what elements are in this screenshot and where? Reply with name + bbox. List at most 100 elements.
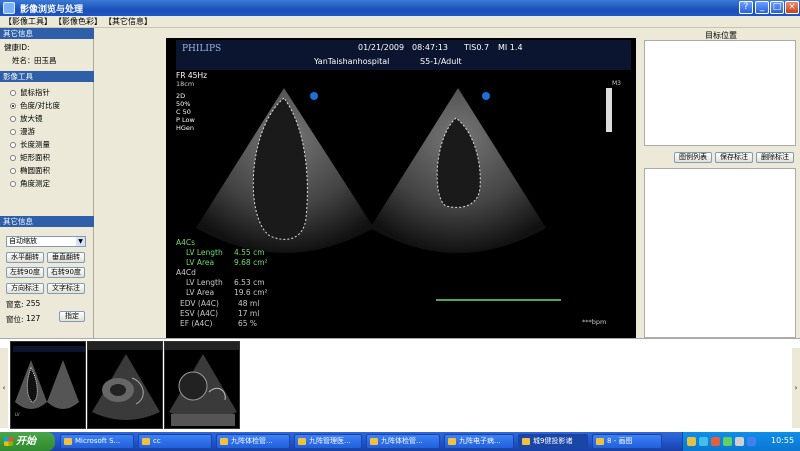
thumbnail-strip: LV bbox=[0, 338, 800, 434]
flip-horizontal-button[interactable]: 水平翻转 bbox=[6, 252, 44, 263]
lv-area-s-value: 9.68 cm² bbox=[234, 258, 268, 267]
taskbar-task-7[interactable]: 城9健投影诸 bbox=[518, 434, 588, 449]
assign-button[interactable]: 指定 bbox=[59, 311, 85, 322]
image-viewer[interactable]: PHILIPS 01/21/2009 08:47:13 TIS0.7 MI 1.… bbox=[94, 28, 642, 338]
maximize-button[interactable]: □ bbox=[770, 1, 784, 14]
tray-icon[interactable] bbox=[723, 437, 732, 446]
thumbnail-1-image: LV bbox=[11, 342, 85, 428]
delete-annotation-button[interactable]: 删除标注 bbox=[756, 152, 794, 163]
help-button[interactable]: ? bbox=[739, 1, 753, 14]
tool-radio-4[interactable]: 漫游 bbox=[10, 127, 90, 137]
task-label: 九阵体检管... bbox=[381, 437, 423, 445]
task-label: 九阵体检管... bbox=[231, 437, 273, 445]
task-label: Microsoft S... bbox=[75, 437, 121, 445]
tool-radio-1[interactable]: 鼠标指针 bbox=[10, 88, 90, 98]
task-label: 九阵电子病... bbox=[459, 437, 501, 445]
esv-value: 17 ml bbox=[238, 309, 260, 318]
tool-radio-5[interactable]: 长度测量 bbox=[10, 140, 90, 150]
tool-label: 椭圆面积 bbox=[20, 166, 50, 175]
lv-length-d-label: LV Length bbox=[186, 278, 223, 287]
close-button[interactable]: × bbox=[785, 1, 799, 14]
menu-image-tools[interactable]: 【影像工具】 bbox=[4, 16, 52, 28]
taskbar-task-1[interactable]: Microsoft S... bbox=[60, 434, 134, 449]
minimize-button[interactable]: _ bbox=[755, 1, 769, 14]
window-icon bbox=[448, 438, 456, 445]
section-header-other-info-2: 其它信息 bbox=[0, 216, 94, 227]
taskbar-task-3[interactable]: 九阵体检管... bbox=[216, 434, 290, 449]
window-width-label: 窗宽: bbox=[6, 300, 24, 309]
taskbar: 开始 10:55 Microsoft S... cc 九阵体检管... 九阵管理医..… bbox=[0, 432, 800, 451]
taskbar-task-6[interactable]: 九阵电子病... bbox=[444, 434, 514, 449]
thumbnail-scroll-right-button[interactable]: › bbox=[792, 348, 800, 428]
rotate-right-button[interactable]: 右转90度 bbox=[47, 267, 85, 278]
rotate-left-button[interactable]: 左转90度 bbox=[6, 267, 44, 278]
task-label: 8 - 画图 bbox=[607, 437, 633, 445]
tool-radio-3[interactable]: 放大镜 bbox=[10, 114, 90, 124]
tool-radio-6[interactable]: 矩形面积 bbox=[10, 153, 90, 163]
thumbnail-2-image bbox=[88, 342, 162, 428]
annotation-list-box[interactable] bbox=[644, 168, 796, 338]
mode-params: 2D 50% C 50 P Low HGen bbox=[176, 92, 195, 132]
grayscale-bar bbox=[606, 88, 612, 132]
section-header-other-info: 其它信息 bbox=[0, 28, 94, 39]
window-icon bbox=[142, 438, 150, 445]
thumbnail-scroll-left-button[interactable]: ‹ bbox=[0, 348, 8, 428]
ef-value: 65 % bbox=[238, 319, 258, 328]
tool-radio-7[interactable]: 椭圆面积 bbox=[10, 166, 90, 176]
tray-icon[interactable] bbox=[687, 437, 696, 446]
taskbar-task-5[interactable]: 九阵体检管... bbox=[366, 434, 440, 449]
orientation-marker-icon bbox=[310, 92, 318, 100]
ultrasound-image[interactable]: PHILIPS 01/21/2009 08:47:13 TIS0.7 MI 1.… bbox=[166, 38, 636, 338]
esv-label: ESV (A4C) bbox=[180, 309, 219, 318]
menu-other-info[interactable]: 【其它信息】 bbox=[104, 16, 152, 28]
tray-icon[interactable] bbox=[711, 437, 720, 446]
menu-image-color[interactable]: 【影像色彩】 bbox=[54, 16, 102, 28]
taskbar-task-4[interactable]: 九阵管理医... bbox=[294, 434, 362, 449]
taskbar-task-2[interactable]: cc bbox=[138, 434, 212, 449]
lv-area-d-value: 19.6 cm² bbox=[234, 288, 268, 297]
window-icon bbox=[522, 438, 530, 445]
chevron-down-icon[interactable]: ▼ bbox=[76, 237, 85, 246]
radio-dot-icon[interactable] bbox=[10, 142, 16, 148]
direction-annotation-button[interactable]: 方向标注 bbox=[6, 283, 44, 294]
app-icon bbox=[3, 2, 15, 14]
ef-label: EF (A4C) bbox=[180, 319, 213, 328]
radio-dot-icon[interactable] bbox=[10, 155, 16, 161]
tool-radio-8[interactable]: 角度测定 bbox=[10, 179, 90, 189]
thumbnail-3-image bbox=[165, 342, 239, 428]
legend-list-button[interactable]: 图例列表 bbox=[674, 152, 712, 163]
radio-dot-icon[interactable] bbox=[10, 168, 16, 174]
tool-label: 鼠标指针 bbox=[20, 88, 50, 97]
save-annotation-button[interactable]: 保存标注 bbox=[715, 152, 753, 163]
flip-vertical-button[interactable]: 垂直翻转 bbox=[47, 252, 85, 263]
radio-dot-icon[interactable] bbox=[10, 90, 16, 96]
mode-param-line: C 50 bbox=[176, 108, 191, 116]
lv-length-s-label: LV Length bbox=[186, 248, 223, 257]
tray-icon[interactable] bbox=[747, 437, 756, 446]
thumbnail-2[interactable] bbox=[87, 341, 163, 429]
taskbar-task-8[interactable]: 8 - 画图 bbox=[592, 434, 662, 449]
mode-param-line: 50% bbox=[176, 100, 191, 108]
radio-dot-icon[interactable] bbox=[10, 116, 16, 122]
a4cd-label: A4Cd bbox=[176, 268, 196, 277]
window-icon bbox=[220, 438, 228, 445]
tool-label: 漫游 bbox=[20, 127, 35, 136]
start-button[interactable]: 开始 bbox=[0, 432, 55, 451]
radio-dot-icon[interactable] bbox=[10, 181, 16, 187]
tray-icon[interactable] bbox=[735, 437, 744, 446]
radio-dot-icon[interactable] bbox=[10, 129, 16, 135]
tool-label: 放大镜 bbox=[20, 114, 43, 123]
thumbnail-1[interactable]: LV bbox=[10, 341, 86, 429]
zoom-mode-select[interactable]: 自动缩放 ▼ bbox=[6, 236, 86, 247]
radio-dot-icon[interactable] bbox=[10, 103, 16, 109]
tray-icon[interactable] bbox=[699, 437, 708, 446]
lv-area-s-label: LV Area bbox=[186, 258, 215, 267]
target-position-box[interactable] bbox=[644, 40, 796, 146]
text-annotation-button[interactable]: 文字标注 bbox=[47, 283, 85, 294]
thumbnail-3[interactable] bbox=[164, 341, 240, 429]
mode-param-line: HGen bbox=[176, 124, 195, 132]
lv-length-s-value: 4.55 cm bbox=[234, 248, 265, 257]
lv-area-d-label: LV Area bbox=[186, 288, 215, 297]
window-icon bbox=[596, 438, 604, 445]
tool-radio-2[interactable]: 色度/对比度 bbox=[10, 101, 90, 111]
